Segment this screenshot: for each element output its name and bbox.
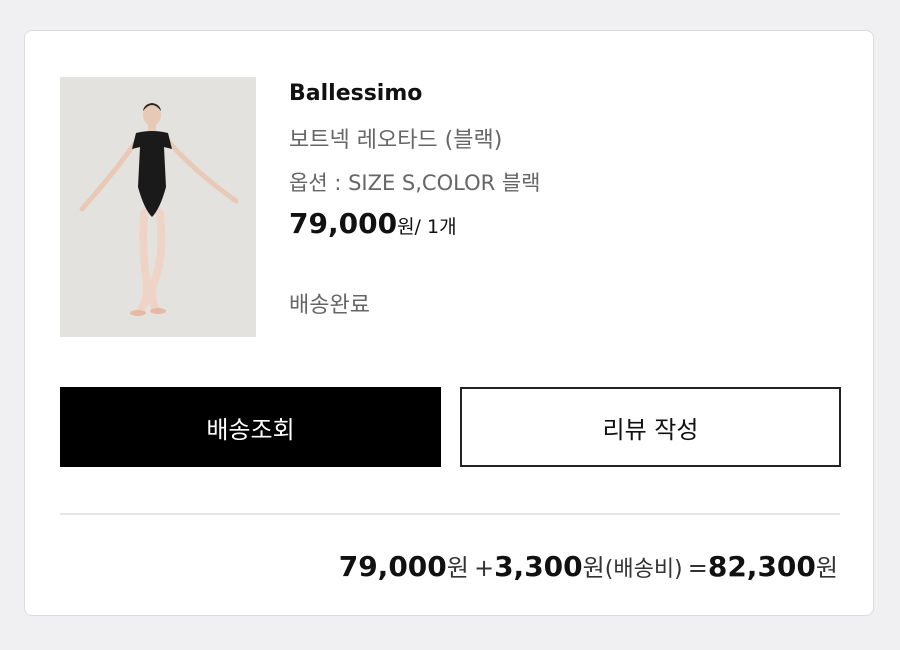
write-review-button[interactable]: 리뷰 작성 [460, 387, 841, 467]
item-price: 79,000 [338, 550, 447, 583]
shipping-note: (배송비) [604, 557, 683, 582]
leotard-photo-icon [60, 77, 256, 337]
shipping-currency: 원 [582, 554, 605, 582]
order-item-card: Ballessimo 보트넥 레오타드 (블랙) 옵션 : SIZE S,COL… [24, 30, 874, 616]
equals-sign: = [687, 554, 708, 582]
price-currency: 원 [397, 216, 415, 238]
delivery-status: 배송완료 [289, 293, 370, 318]
price-amount: 79,000 [289, 207, 398, 240]
plus-sign: + [473, 554, 495, 582]
shipping-price: 3,300 [494, 550, 583, 583]
divider [60, 513, 840, 515]
product-option: 옵션 : SIZE S,COLOR 블랙 [289, 171, 541, 195]
quantity: / 1개 [414, 216, 457, 238]
product-image[interactable] [60, 77, 256, 337]
product-price: 79,000원/ 1개 [289, 207, 457, 240]
track-delivery-button[interactable]: 배송조회 [60, 387, 441, 467]
item-currency: 원 [446, 554, 469, 582]
total-price: 82,300 [707, 550, 816, 583]
product-name[interactable]: 보트넥 레오타드 (블랙) [289, 122, 502, 154]
order-total-summary: 79,000원 +3,300원(배송비) =82,300원 [339, 548, 838, 583]
total-currency: 원 [815, 554, 838, 582]
product-brand: Ballessimo [289, 81, 423, 106]
